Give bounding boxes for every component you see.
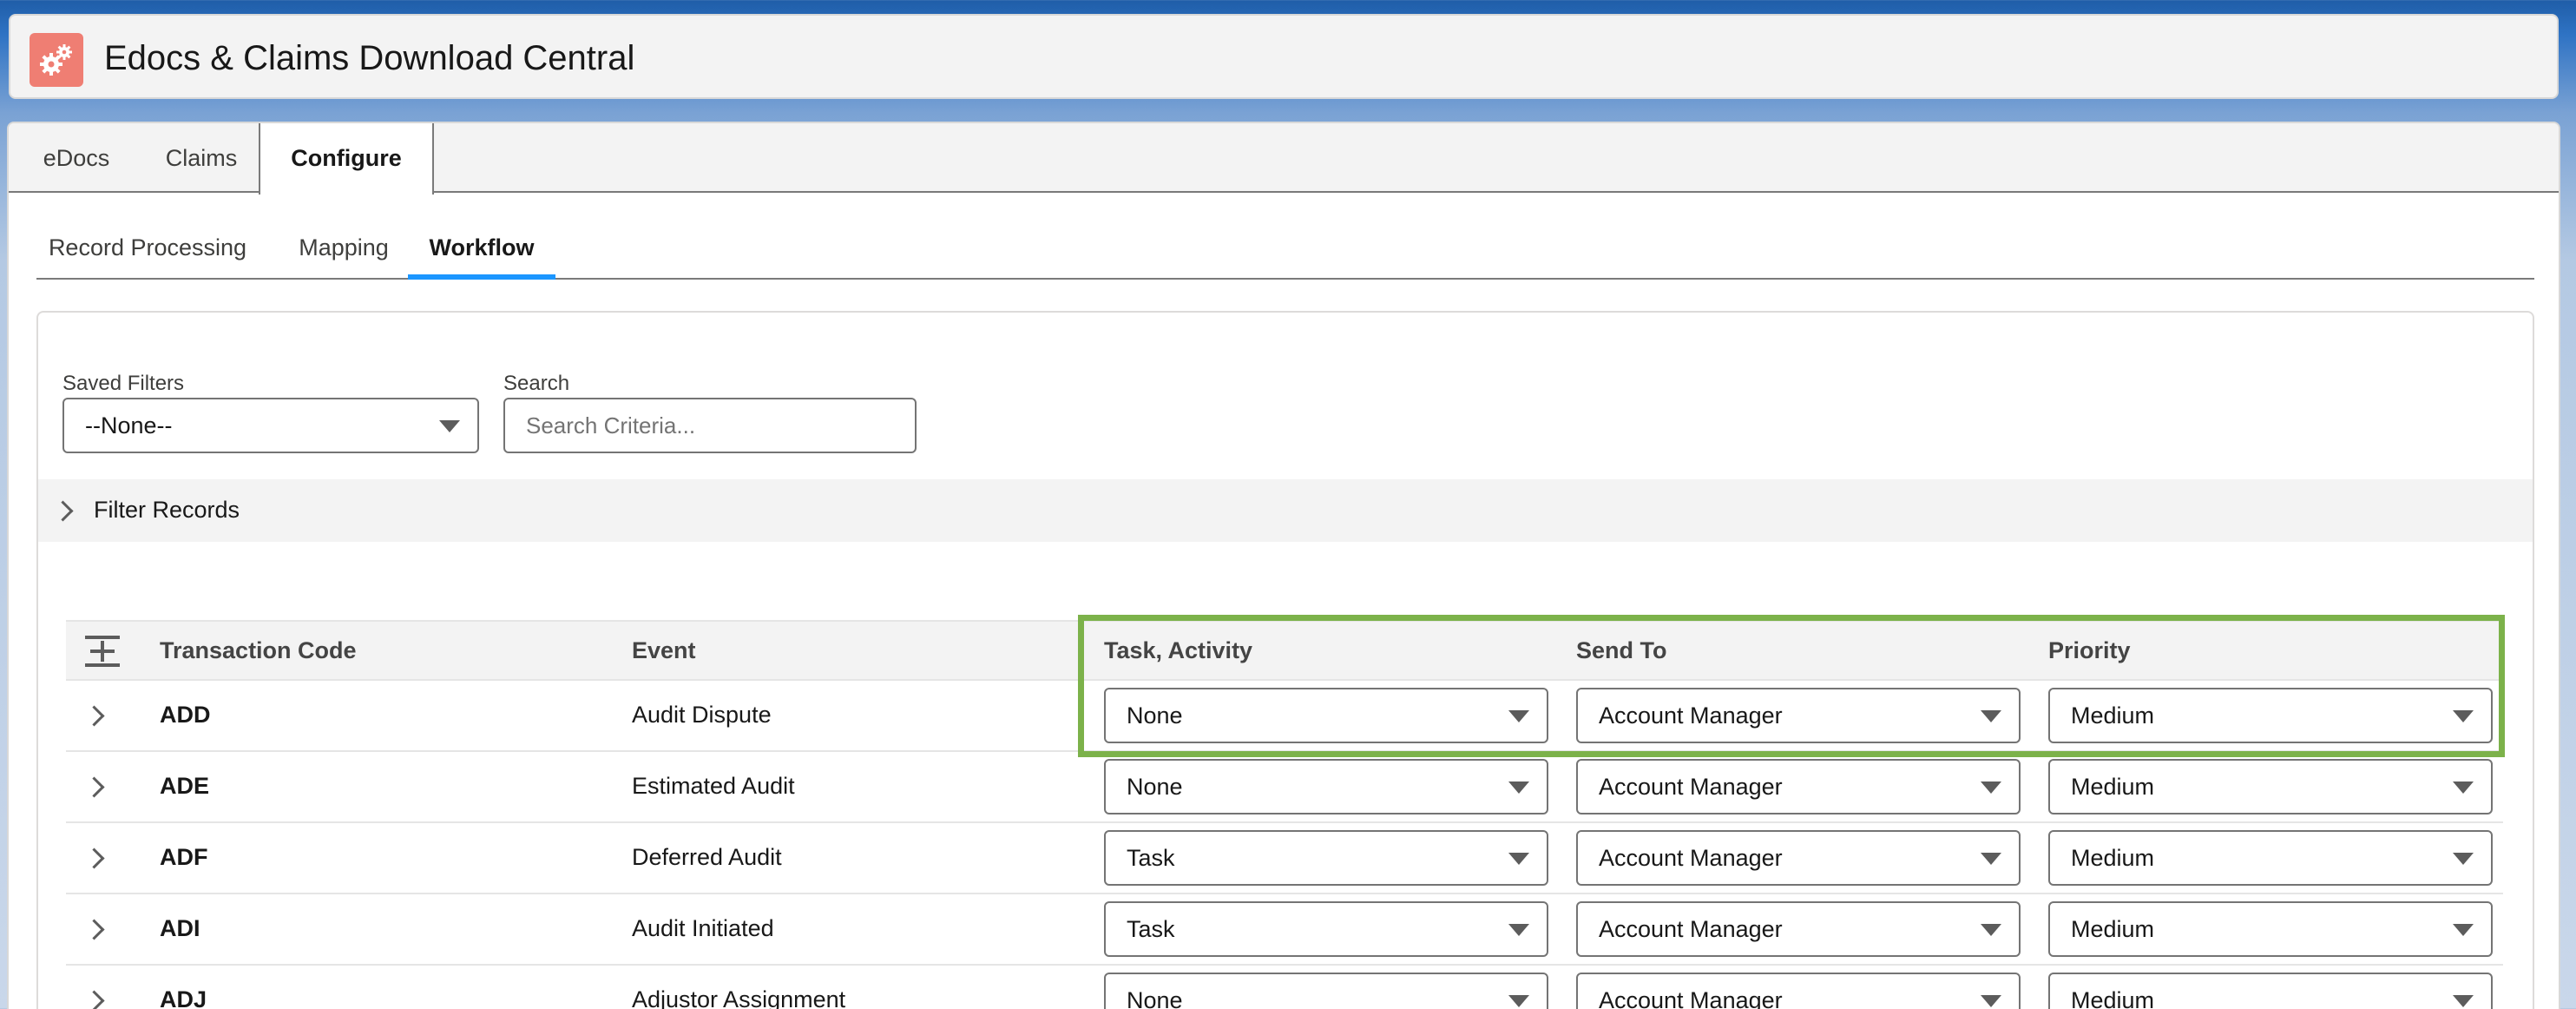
- tab-configure[interactable]: Configure: [259, 123, 434, 195]
- caret-down-icon: [1508, 781, 1529, 794]
- priority-select[interactable]: Medium: [2048, 830, 2493, 886]
- filter-records-bar[interactable]: Filter Records: [38, 479, 2533, 542]
- header-transaction-code: Transaction Code: [160, 637, 357, 663]
- caret-down-icon: [1508, 924, 1529, 936]
- caret-down-icon: [2453, 853, 2474, 865]
- task-activity-select[interactable]: None: [1104, 759, 1548, 814]
- send-to-select[interactable]: Account Manager: [1576, 901, 2021, 957]
- send-to-select[interactable]: Account Manager: [1576, 973, 2021, 1009]
- priority-select[interactable]: Medium: [2048, 973, 2493, 1009]
- caret-down-icon: [2453, 924, 2474, 936]
- select-value: Medium: [2071, 916, 2155, 942]
- caret-down-icon: [2453, 995, 2474, 1007]
- event-name: Deferred Audit: [632, 844, 782, 870]
- saved-filters-select[interactable]: --None--: [62, 398, 479, 453]
- table-row: ADE Estimated Audit None Account Manager…: [66, 752, 2503, 823]
- select-value: Medium: [2071, 845, 2155, 871]
- saved-filters-value: --None--: [85, 412, 173, 439]
- table-row: ADI Audit Initiated Task Account Manager…: [66, 894, 2503, 966]
- send-to-select[interactable]: Account Manager: [1576, 830, 2021, 886]
- chevron-right-icon[interactable]: [83, 847, 105, 869]
- subtab-mapping[interactable]: Mapping: [290, 219, 398, 276]
- header-priority: Priority: [2048, 637, 2131, 663]
- caret-down-icon: [1508, 853, 1529, 865]
- subtab-workflow[interactable]: Workflow: [408, 219, 555, 280]
- event-name: Audit Dispute: [632, 702, 772, 728]
- caret-down-icon: [1981, 710, 2001, 722]
- transaction-code: ADE: [160, 773, 210, 799]
- select-value: Account Manager: [1599, 845, 1783, 871]
- select-value: None: [1127, 774, 1183, 800]
- priority-select[interactable]: Medium: [2048, 901, 2493, 957]
- task-activity-select[interactable]: Task: [1104, 830, 1548, 886]
- chevron-right-icon[interactable]: [83, 990, 105, 1009]
- transaction-code: ADD: [160, 702, 211, 728]
- workflow-panel: Saved Filters --None-- Search Filter Rec…: [36, 311, 2534, 1009]
- header-event: Event: [632, 637, 696, 663]
- select-value: Medium: [2071, 987, 2155, 1009]
- tab-edocs[interactable]: eDocs: [17, 123, 135, 193]
- transaction-code: ADJ: [160, 986, 207, 1009]
- chevron-right-icon: [52, 500, 74, 522]
- chevron-right-icon[interactable]: [83, 705, 105, 727]
- select-value: None: [1127, 987, 1183, 1009]
- event-name: Audit Initiated: [632, 915, 774, 941]
- caret-down-icon: [1508, 995, 1529, 1007]
- subtab-bar: Record Processing Mapping Workflow: [36, 219, 2534, 280]
- search-label: Search: [503, 372, 570, 395]
- table-header: Transaction Code Event Task, Activity Se…: [66, 620, 2503, 681]
- gears-icon: [30, 33, 83, 87]
- event-name: Adjustor Assignment: [632, 986, 846, 1009]
- expand-all-icon[interactable]: [85, 636, 120, 667]
- caret-down-icon: [1981, 853, 2001, 865]
- select-value: Account Manager: [1599, 702, 1783, 729]
- subtab-record-processing[interactable]: Record Processing: [43, 219, 252, 276]
- header-task-activity: Task, Activity: [1104, 637, 1253, 663]
- caret-down-icon: [1981, 995, 2001, 1007]
- caret-down-icon: [1981, 781, 2001, 794]
- app-header: Edocs & Claims Download Central: [9, 14, 2559, 99]
- event-name: Estimated Audit: [632, 773, 795, 799]
- select-value: Task: [1127, 845, 1175, 871]
- caret-down-icon: [2453, 781, 2474, 794]
- send-to-select[interactable]: Account Manager: [1576, 688, 2021, 743]
- priority-select[interactable]: Medium: [2048, 688, 2493, 743]
- select-value: Account Manager: [1599, 774, 1783, 800]
- select-value: Account Manager: [1599, 987, 1783, 1009]
- caret-down-icon: [439, 420, 460, 432]
- table-row: ADJ Adjustor Assignment None Account Man…: [66, 966, 2503, 1009]
- app-title: Edocs & Claims Download Central: [104, 39, 635, 77]
- select-value: Medium: [2071, 702, 2155, 729]
- header-send-to: Send To: [1576, 637, 1667, 663]
- priority-select[interactable]: Medium: [2048, 759, 2493, 814]
- table-row: ADD Audit Dispute None Account Manager M…: [66, 681, 2503, 752]
- saved-filters-label: Saved Filters: [62, 372, 185, 395]
- task-activity-select[interactable]: None: [1104, 688, 1548, 743]
- caret-down-icon: [1508, 710, 1529, 722]
- chevron-right-icon[interactable]: [83, 776, 105, 798]
- select-value: None: [1127, 702, 1183, 729]
- caret-down-icon: [2453, 710, 2474, 722]
- filter-records-label: Filter Records: [94, 497, 240, 523]
- select-value: Medium: [2071, 774, 2155, 800]
- caret-down-icon: [1981, 924, 2001, 936]
- main-card: eDocs Claims Configure Record Processing…: [7, 122, 2560, 1009]
- tab-claims[interactable]: Claims: [137, 123, 266, 193]
- tab-bar: eDocs Claims Configure: [9, 123, 2559, 195]
- transaction-code: ADF: [160, 844, 208, 870]
- select-value: Account Manager: [1599, 916, 1783, 942]
- table-row: ADF Deferred Audit Task Account Manager …: [66, 823, 2503, 894]
- send-to-select[interactable]: Account Manager: [1576, 759, 2021, 814]
- task-activity-select[interactable]: Task: [1104, 901, 1548, 957]
- transaction-code: ADI: [160, 915, 200, 941]
- select-value: Task: [1127, 916, 1175, 942]
- chevron-right-icon[interactable]: [83, 919, 105, 940]
- task-activity-select[interactable]: None: [1104, 973, 1548, 1009]
- search-input[interactable]: [503, 398, 917, 453]
